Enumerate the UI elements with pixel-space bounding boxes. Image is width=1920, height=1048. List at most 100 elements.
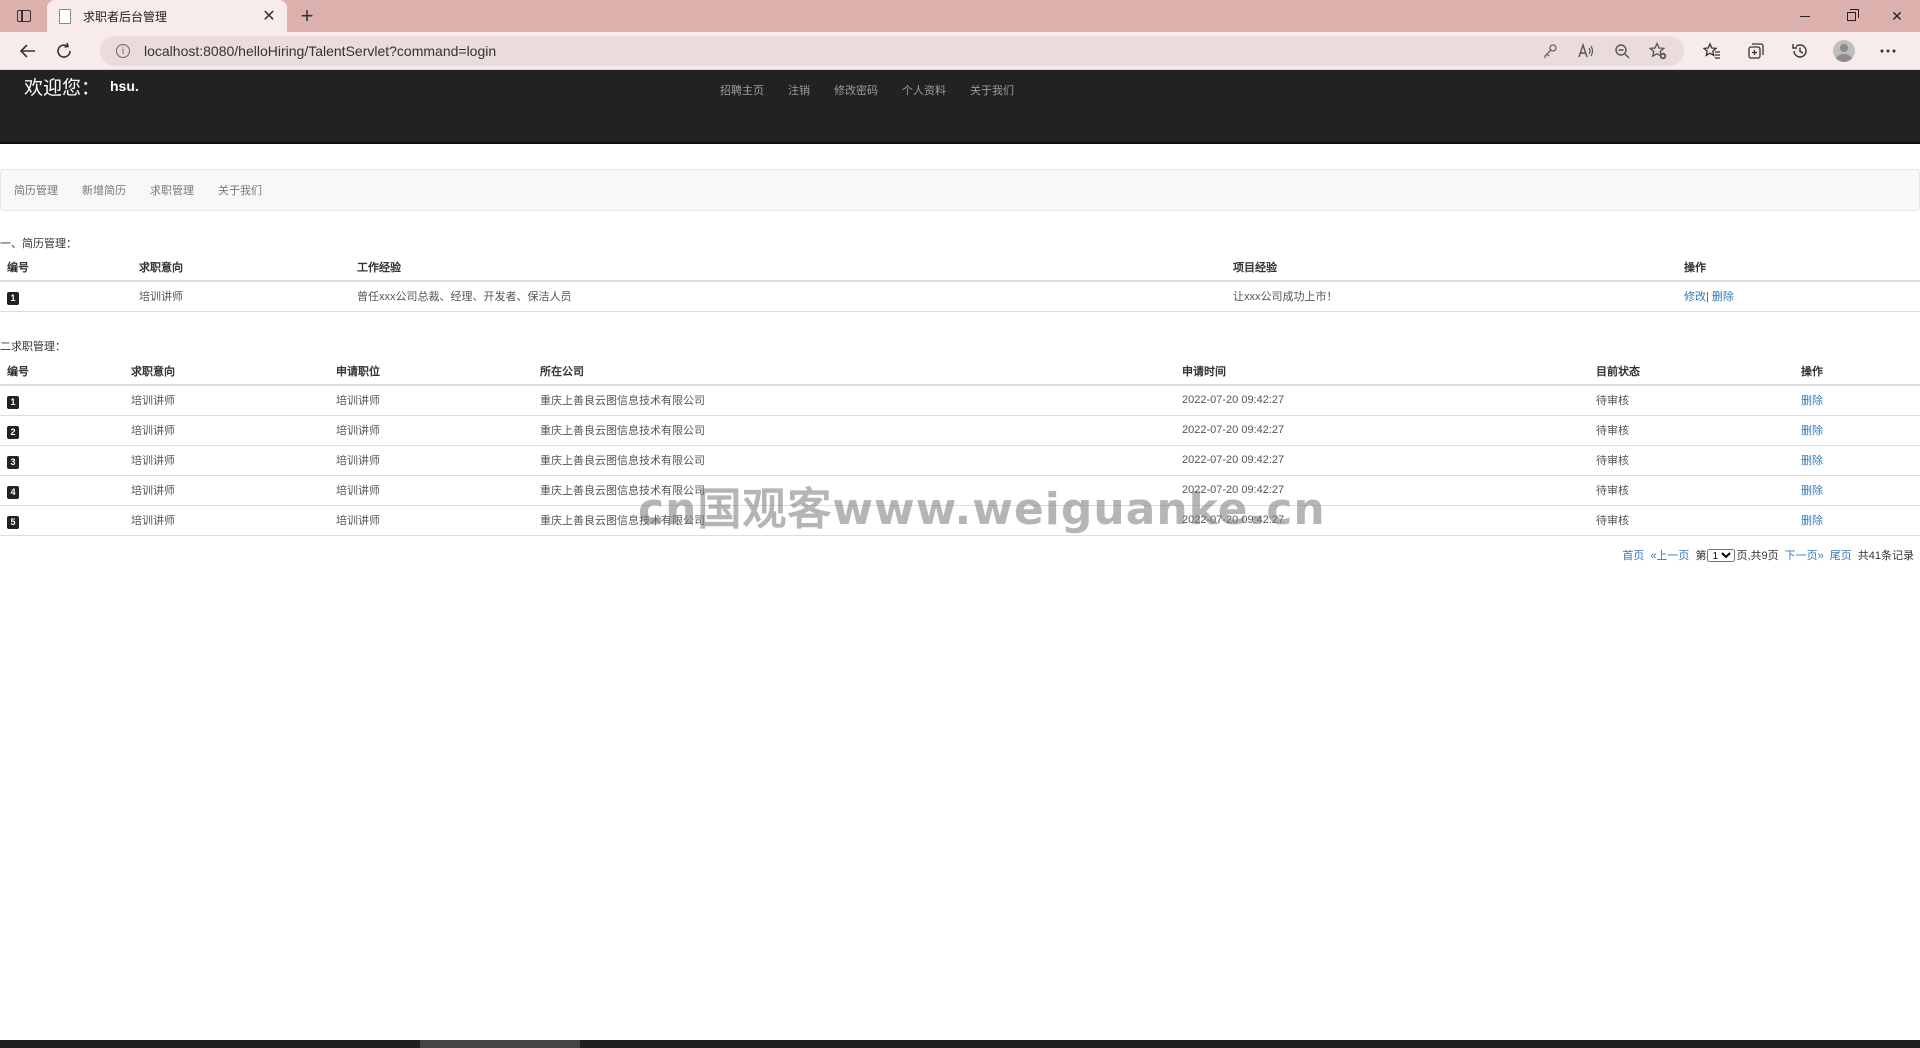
watermark: cn国观客www.weiguanke.cn (638, 484, 1326, 535)
cell-apply-time: 2022-07-20 09:42:27 (1175, 415, 1589, 446)
subnav-add-resume[interactable]: 新增简历 (82, 182, 126, 198)
table-row: 2 培训讲师 培训讲师 重庆上善良云图信息技术有限公司 2022-07-20 0… (0, 415, 1920, 446)
cell-company: 重庆上善良云图信息技术有限公司 (533, 385, 1175, 416)
restore-button[interactable] (1828, 0, 1874, 32)
cell-company: 重庆上善良云图信息技术有限公司 (533, 445, 1175, 476)
read-aloud-icon[interactable] (1568, 36, 1604, 66)
minimize-icon (1800, 15, 1810, 17)
close-window-button[interactable]: ✕ (1874, 0, 1920, 32)
delete-application-link[interactable]: 删除 (1801, 425, 1823, 437)
new-tab-button[interactable]: + (294, 4, 320, 28)
col-project: 项目经验 (1226, 254, 1677, 282)
cell-status: 待审核 (1589, 385, 1794, 416)
taskbar-app[interactable] (420, 1040, 580, 1048)
subnav-resume-management[interactable]: 简历管理 (14, 182, 58, 198)
row-number-badge: 4 (7, 485, 19, 499)
url-text[interactable]: localhost:8080/helloHiring/TalentServlet… (144, 43, 1532, 59)
edit-resume-link[interactable]: 修改 (1684, 291, 1706, 303)
cell-intent: 培训讲师 (124, 415, 329, 446)
delete-resume-link[interactable]: 删除 (1712, 291, 1734, 303)
col-company: 所在公司 (533, 358, 1175, 386)
col-action: 操作 (1677, 254, 1920, 282)
browser-address-bar: i localhost:8080/helloHiring/TalentServl… (0, 32, 1920, 70)
cell-position: 培训讲师 (329, 475, 533, 506)
pager-first-link[interactable]: 首页 (1622, 547, 1644, 563)
row-number-badge: 3 (7, 455, 19, 469)
url-field[interactable]: i localhost:8080/helloHiring/TalentServl… (100, 36, 1684, 66)
favorites-icon[interactable] (1690, 36, 1734, 66)
row-number-badge: 2 (7, 425, 19, 439)
minimize-button[interactable] (1782, 0, 1828, 32)
cell-position: 培训讲师 (329, 415, 533, 446)
header-nav: 招聘主页 注销 修改密码 个人资料 关于我们 (720, 82, 1038, 98)
back-button[interactable] (14, 38, 42, 64)
table-row: 1 培训讲师 培训讲师 重庆上善良云图信息技术有限公司 2022-07-20 0… (0, 385, 1920, 416)
add-favorite-icon[interactable] (1640, 36, 1676, 66)
page-viewport: 欢迎您： hsu. 招聘主页 注销 修改密码 个人资料 关于我们 简历管理 新增… (0, 70, 1920, 1040)
cell-position: 培训讲师 (329, 385, 533, 416)
browser-tab-active[interactable]: 求职者后台管理 ✕ (47, 0, 287, 32)
col-status: 目前状态 (1589, 358, 1794, 386)
cell-intent: 培训讲师 (124, 475, 329, 506)
refresh-button[interactable] (50, 38, 78, 64)
more-options-icon[interactable] (1866, 36, 1910, 66)
tab-actions-button[interactable] (10, 4, 38, 28)
collections-icon[interactable] (1734, 36, 1778, 66)
pager-page-prefix: 第 (1695, 550, 1707, 562)
profile-button[interactable] (1822, 36, 1866, 66)
action-separator: | (1706, 291, 1709, 304)
pager-total-pages: ,共9页 (1747, 550, 1779, 562)
site-header: 欢迎您： hsu. 招聘主页 注销 修改密码 个人资料 关于我们 (0, 70, 1920, 144)
delete-application-link[interactable]: 删除 (1801, 515, 1823, 527)
pager-page-suffix: 页 (1736, 550, 1748, 562)
refresh-icon (57, 42, 71, 58)
cell-position: 培训讲师 (329, 505, 533, 536)
history-icon[interactable] (1778, 36, 1822, 66)
site-info-icon[interactable]: i (116, 44, 130, 58)
cell-intent: 培训讲师 (124, 385, 329, 416)
cell-intent: 培训讲师 (124, 505, 329, 536)
application-section-title: 二求职管理： (0, 341, 66, 353)
nav-about-us[interactable]: 关于我们 (970, 82, 1014, 98)
nav-profile[interactable]: 个人资料 (902, 82, 946, 98)
username: hsu. (110, 78, 139, 94)
pager-prev-link[interactable]: «上一页 (1650, 547, 1689, 563)
row-number-badge: 5 (7, 515, 19, 529)
cell-status: 待审核 (1589, 415, 1794, 446)
key-icon[interactable] (1532, 36, 1568, 66)
nav-hiring-home[interactable]: 招聘主页 (720, 82, 764, 98)
col-action: 操作 (1794, 358, 1920, 386)
back-arrow-icon (19, 44, 35, 58)
browser-tab-bar: 求职者后台管理 ✕ + ✕ (0, 0, 1920, 32)
pagination: 首页 «上一页 第 1 页 ,共9页 下一页» 尾页 共41条记录 (1622, 547, 1914, 563)
delete-application-link[interactable]: 删除 (1801, 395, 1823, 407)
page-select[interactable]: 1 (1707, 548, 1736, 562)
cell-project: 让xxx公司成功上市！ (1226, 281, 1677, 312)
nav-change-password[interactable]: 修改密码 (834, 82, 878, 98)
cell-status: 待审核 (1589, 505, 1794, 536)
subnav-about-us[interactable]: 关于我们 (218, 182, 262, 198)
delete-application-link[interactable]: 删除 (1801, 455, 1823, 467)
zoom-out-icon[interactable] (1604, 36, 1640, 66)
col-intent: 求职意向 (132, 254, 350, 282)
cell-status: 待审核 (1589, 475, 1794, 506)
nav-logout[interactable]: 注销 (788, 82, 810, 98)
cell-intent: 培训讲师 (132, 281, 350, 312)
cell-apply-time: 2022-07-20 09:42:27 (1175, 445, 1589, 476)
delete-application-link[interactable]: 删除 (1801, 485, 1823, 497)
cell-intent: 培训讲师 (124, 445, 329, 476)
col-id: 编号 (0, 254, 132, 282)
subnav-application-management[interactable]: 求职管理 (150, 182, 194, 198)
cell-status: 待审核 (1589, 445, 1794, 476)
sub-navbar: 简历管理 新增简历 求职管理 关于我们 (0, 169, 1920, 211)
page-icon (59, 8, 71, 24)
pager-next-link[interactable]: 下一页» (1785, 547, 1824, 563)
tab-close-icon[interactable]: ✕ (259, 6, 279, 26)
os-taskbar (0, 1040, 1920, 1048)
resume-table: 编号 求职意向 工作经验 项目经验 操作 1 培训讲师 曾任xxx公司总裁、经理… (0, 254, 1920, 312)
cell-company: 重庆上善良云图信息技术有限公司 (533, 415, 1175, 446)
restore-icon (1846, 8, 1859, 21)
pager-last-link[interactable]: 尾页 (1830, 547, 1852, 563)
application-table-header: 编号 求职意向 申请职位 所在公司 申请时间 目前状态 操作 (0, 358, 1920, 386)
resume-table-header: 编号 求职意向 工作经验 项目经验 操作 (0, 254, 1920, 282)
